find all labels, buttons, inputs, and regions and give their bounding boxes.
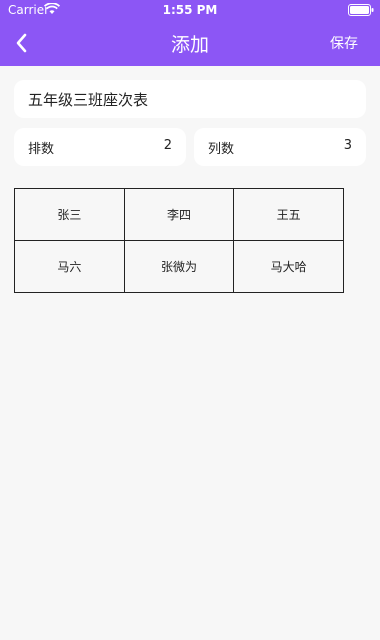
seat-cell[interactable]: 张三: [14, 188, 125, 241]
seat-cell[interactable]: 李四: [123, 188, 235, 241]
title-field[interactable]: 五年级三班座次表: [14, 80, 366, 118]
rows-value[interactable]: 2: [164, 138, 172, 153]
status-time: 1:55 PM: [162, 3, 218, 17]
seat-table: 张三 李四 王五 马六 张微为 马大哈: [14, 188, 344, 293]
header: Carrier 1:55 PM 添加 保存: [0, 0, 380, 66]
rows-field[interactable]: 排数 2: [14, 128, 186, 166]
status-bar: Carrier 1:55 PM: [0, 0, 380, 20]
seat-row: 张三 李四 王五: [14, 188, 344, 241]
title-input[interactable]: 五年级三班座次表: [28, 89, 148, 110]
page-title: 添加: [170, 34, 209, 56]
nav-bar: 添加 保存: [0, 20, 380, 66]
seat-cell[interactable]: 张微为: [123, 240, 235, 293]
cols-field[interactable]: 列数 3: [194, 128, 366, 166]
battery-icon: [348, 4, 374, 16]
cols-label: 列数: [208, 142, 235, 157]
seat-row: 马六 张微为 马大哈: [14, 240, 344, 293]
seat-cell[interactable]: 马大哈: [233, 240, 344, 293]
rows-label: 排数: [28, 142, 55, 157]
seat-cell[interactable]: 王五: [233, 188, 344, 241]
cols-value[interactable]: 3: [344, 138, 352, 153]
back-chevron-icon[interactable]: [10, 30, 36, 56]
save-button[interactable]: 保存: [330, 33, 358, 53]
seat-cell[interactable]: 马六: [14, 240, 125, 293]
